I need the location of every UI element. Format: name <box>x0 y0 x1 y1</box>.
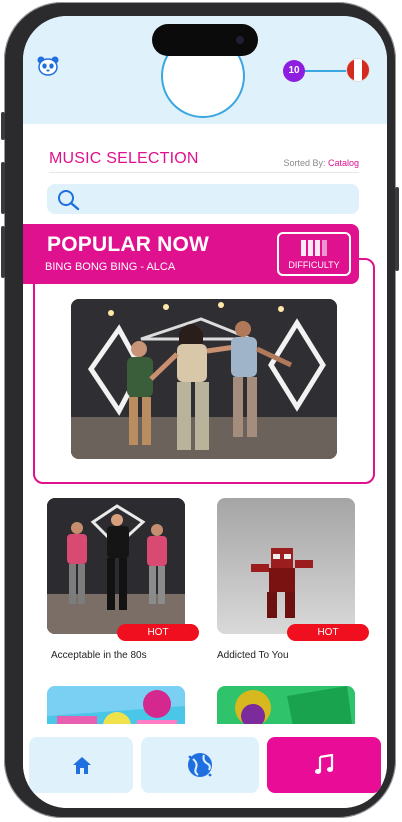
difficulty-button[interactable]: DIFFICULTY <box>277 232 351 276</box>
difficulty-label: DIFFICULTY <box>288 260 340 270</box>
nav-world-button[interactable] <box>141 737 259 793</box>
volume-down-button <box>1 226 5 278</box>
song-thumbnail-image <box>217 498 355 634</box>
home-icon <box>73 757 91 774</box>
phone-frame: 10 MUSIC SELECTION Sorted By: Catalog PO… <box>1 2 399 818</box>
popular-song-title: BING BONG BING - ALCA <box>45 261 176 273</box>
popular-title: POPULAR NOW <box>47 233 210 256</box>
app-screen: 10 MUSIC SELECTION Sorted By: Catalog PO… <box>23 16 387 808</box>
hot-badge: HOT <box>117 624 199 641</box>
volume-up-button <box>1 162 5 214</box>
level-badge[interactable]: 10 <box>283 60 305 82</box>
power-button <box>395 187 399 271</box>
search-icon[interactable] <box>57 189 81 211</box>
language-flag-icon[interactable] <box>347 59 369 81</box>
popular-thumbnail[interactable] <box>71 299 337 459</box>
dancers-image <box>71 299 337 459</box>
section-title: MUSIC SELECTION <box>49 150 199 167</box>
song-thumbnail-image <box>47 498 185 634</box>
search-bar[interactable] <box>47 184 359 214</box>
difficulty-bar <box>308 240 313 256</box>
sort-value[interactable]: Catalog <box>328 158 359 168</box>
sort-selector[interactable]: Sorted By: Catalog <box>283 158 359 168</box>
nav-home-button[interactable] <box>29 737 133 793</box>
hot-badge: HOT <box>287 624 369 641</box>
difficulty-bar <box>322 240 327 256</box>
bottom-nav <box>23 724 387 808</box>
difficulty-bars-icon <box>301 240 327 256</box>
music-note-icon <box>315 754 334 774</box>
sort-label: Sorted By: <box>283 158 328 168</box>
level-progress-line <box>305 70 347 72</box>
song-thumbnail[interactable] <box>217 498 355 634</box>
world-icon <box>188 753 212 777</box>
camera-dot <box>236 36 244 44</box>
dynamic-island <box>152 24 258 56</box>
song-title[interactable]: Addicted To You <box>217 650 289 661</box>
song-thumbnail[interactable] <box>47 498 185 634</box>
panda-logo-icon[interactable] <box>37 56 59 76</box>
title-divider <box>49 172 359 173</box>
difficulty-bar <box>315 240 320 256</box>
flag-stripe <box>354 59 362 81</box>
mute-switch <box>1 112 5 140</box>
difficulty-bar <box>301 240 306 256</box>
nav-music-button[interactable] <box>267 737 381 793</box>
song-title[interactable]: Acceptable in the 80s <box>51 650 147 661</box>
